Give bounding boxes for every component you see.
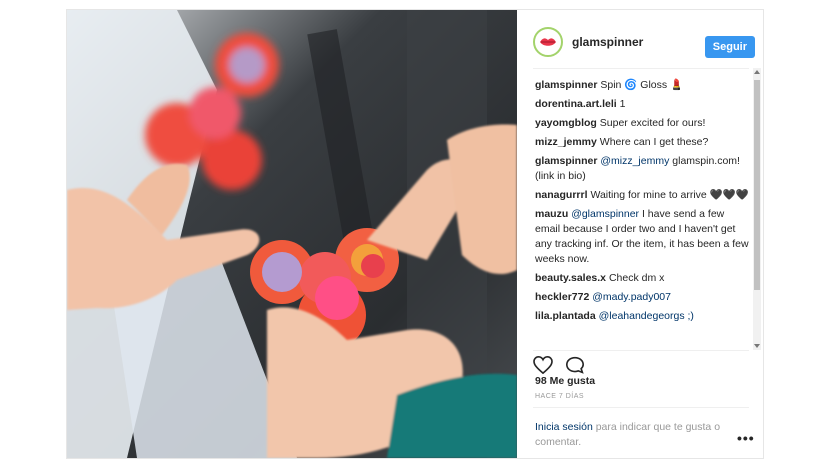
caption-text: Spin 🌀 Gloss 💄 <box>600 79 684 91</box>
comment-username[interactable]: nanagurrrl <box>535 189 588 201</box>
caption-username[interactable]: glamspinner <box>535 79 597 91</box>
scroll-up-arrow-icon[interactable] <box>754 70 760 74</box>
comment-item: dorentina.art.leli 1 <box>535 97 749 112</box>
comment-item: mizz_jemmy Where can I get these? <box>535 135 749 150</box>
mention-link[interactable]: @mady.pady007 <box>592 291 671 303</box>
mention-link[interactable]: @leahandegeorgs ;) <box>599 310 694 322</box>
comment-text: 1 <box>619 98 626 110</box>
follow-button[interactable]: Seguir <box>704 36 755 58</box>
login-prompt: Inicia sesión para indicar que te gusta … <box>535 420 735 450</box>
comment-username[interactable]: beauty.sales.x <box>535 272 606 284</box>
comment-username[interactable]: mizz_jemmy <box>535 136 597 148</box>
comments-scrollbar[interactable] <box>753 68 761 350</box>
comment-text: Where can I get these? <box>599 136 709 148</box>
scroll-thumb[interactable] <box>754 80 760 290</box>
mention-link[interactable]: @glamspinner <box>571 208 639 220</box>
comment-list: glamspinner Spin 🌀 Gloss 💄 dorentina.art… <box>535 78 749 340</box>
caption: glamspinner Spin 🌀 Gloss 💄 <box>535 78 749 93</box>
like-count[interactable]: 98 Me gusta <box>535 375 595 387</box>
avatar[interactable] <box>533 27 563 57</box>
comment-text: Waiting for mine to arrive 🖤🖤🖤 <box>590 189 749 201</box>
actions-divider <box>533 350 749 351</box>
post-sidebar: glamspinner Seguir glamspinner Spin 🌀 Gl… <box>517 10 763 458</box>
comment-text: Super excited for ours! <box>599 117 706 129</box>
comment-username[interactable]: lila.plantada <box>535 310 596 322</box>
post-photo[interactable] <box>67 10 517 458</box>
scroll-down-arrow-icon[interactable] <box>754 344 760 348</box>
comment-username[interactable]: mauzu <box>535 208 568 220</box>
lips-logo-icon <box>537 31 559 53</box>
login-link[interactable]: Inicia sesión <box>535 421 593 433</box>
comment-item: lila.plantada @leahandegeorgs ;) <box>535 309 749 324</box>
comment-username[interactable]: heckler772 <box>535 291 589 303</box>
header-divider <box>533 68 749 69</box>
footer-divider <box>533 407 749 408</box>
post-header: glamspinner Seguir <box>533 20 755 64</box>
comment-item: heckler772 @mady.pady007 <box>535 290 749 305</box>
mention-link[interactable]: @mizz_jemmy <box>600 155 669 167</box>
author-username[interactable]: glamspinner <box>572 35 643 49</box>
comment-item: yayomgblog Super excited for ours! <box>535 116 749 131</box>
fidget-spinner-photo <box>67 10 517 458</box>
comment-item: glamspinner @mizz_jemmy glamspin.com! (l… <box>535 154 749 184</box>
instagram-post: glamspinner Seguir glamspinner Spin 🌀 Gl… <box>66 9 764 459</box>
comment-text: I have send a few email because I order … <box>535 208 749 265</box>
comment-item: beauty.sales.x Check dm x <box>535 271 749 286</box>
post-timestamp: HACE 7 DÍAS <box>535 393 585 400</box>
comment-username[interactable]: glamspinner <box>535 155 597 167</box>
comment-item: mauzu @glamspinner I have send a few ema… <box>535 207 749 267</box>
comment-username[interactable]: dorentina.art.leli <box>535 98 617 110</box>
comment-text: Check dm x <box>608 272 665 284</box>
comment-username[interactable]: yayomgblog <box>535 117 597 129</box>
comment-item: nanagurrrl Waiting for mine to arrive 🖤🖤… <box>535 188 749 203</box>
more-options-icon[interactable]: ••• <box>737 430 755 446</box>
